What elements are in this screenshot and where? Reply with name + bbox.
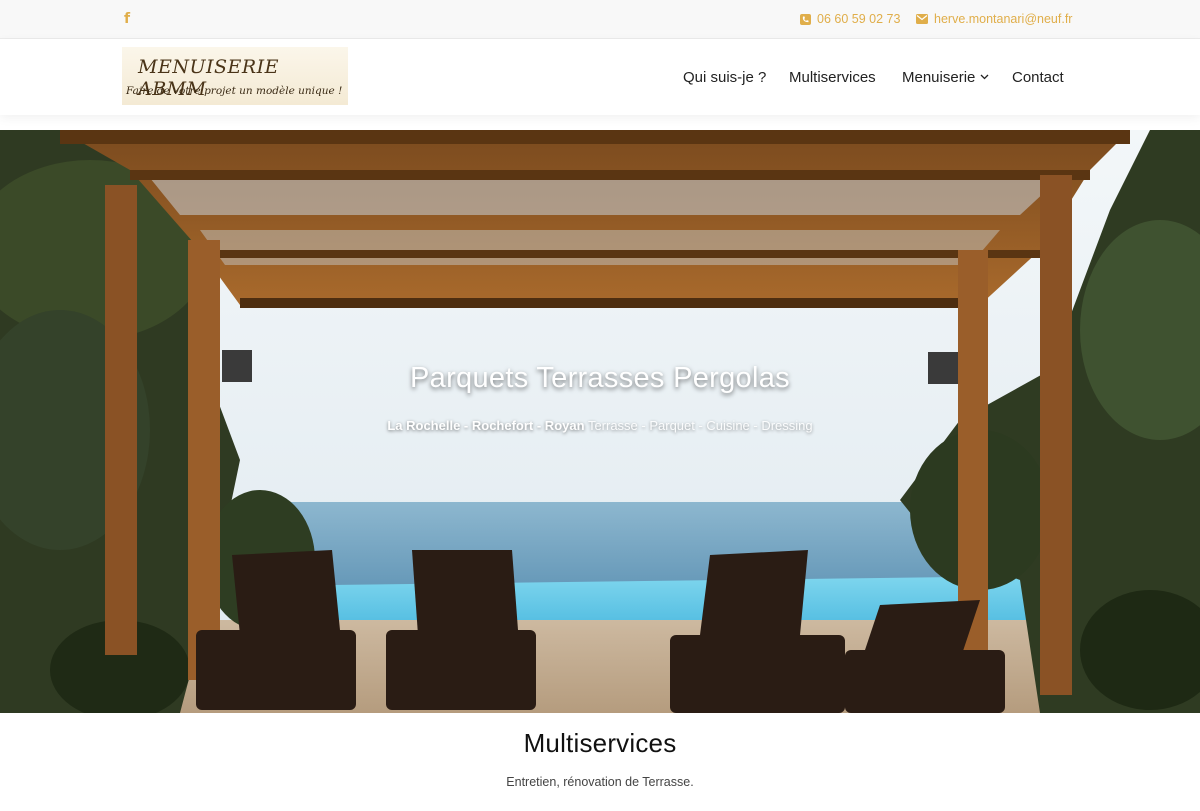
chevron-down-icon[interactable] [980, 74, 989, 80]
nav-item-qui-suis-je[interactable]: Qui suis-je ? [683, 39, 766, 115]
hero-subtitle-services: Terrasse - Parquet - Cuisine - Dressing [587, 418, 813, 433]
nav-link-menuiserie[interactable]: Menuiserie [902, 69, 975, 86]
section-title: Multiservices [523, 728, 677, 758]
hero-subtitle: La Rochelle - Rochefort - Royan Terrasse… [0, 418, 1200, 433]
nav-link-qui-suis-je[interactable]: Qui suis-je ? [683, 69, 766, 86]
email-address: herve.montanari@neuf.fr [934, 12, 1073, 26]
hero-title: Parquets Terrasses Pergolas [410, 362, 790, 394]
site-header: MENUISERIE ABMM Faire de votre projet un… [0, 39, 1200, 115]
hero-banner: Parquets Terrasses Pergolas La Rochelle … [0, 130, 1200, 713]
envelope-icon [916, 14, 928, 24]
hero-subtitle-cities: La Rochelle - Rochefort - Royan [387, 418, 585, 433]
nav-item-multiservices[interactable]: Multiservices [789, 39, 876, 115]
phone-link[interactable]: 06 60 59 02 73 [800, 11, 900, 27]
nav-link-multiservices[interactable]: Multiservices [789, 69, 876, 86]
phone-number: 06 60 59 02 73 [817, 12, 901, 26]
section-subtitle: Entretien, rénovation de Terrasse. [506, 775, 694, 789]
top-bar: f 06 60 59 02 73 herve.montanari@neuf.fr [0, 0, 1200, 39]
facebook-icon[interactable]: f [124, 10, 134, 28]
nav-link-contact[interactable]: Contact [1012, 69, 1064, 86]
phone-icon [800, 13, 811, 25]
site-logo[interactable]: MENUISERIE ABMM Faire de votre projet un… [122, 47, 348, 105]
email-link[interactable]: herve.montanari@neuf.fr [916, 11, 1072, 27]
nav-item-menuiserie[interactable]: Menuiserie [902, 39, 989, 115]
logo-tagline: Faire de votre projet un modèle unique ! [126, 85, 343, 97]
nav-item-contact[interactable]: Contact [1012, 39, 1064, 115]
